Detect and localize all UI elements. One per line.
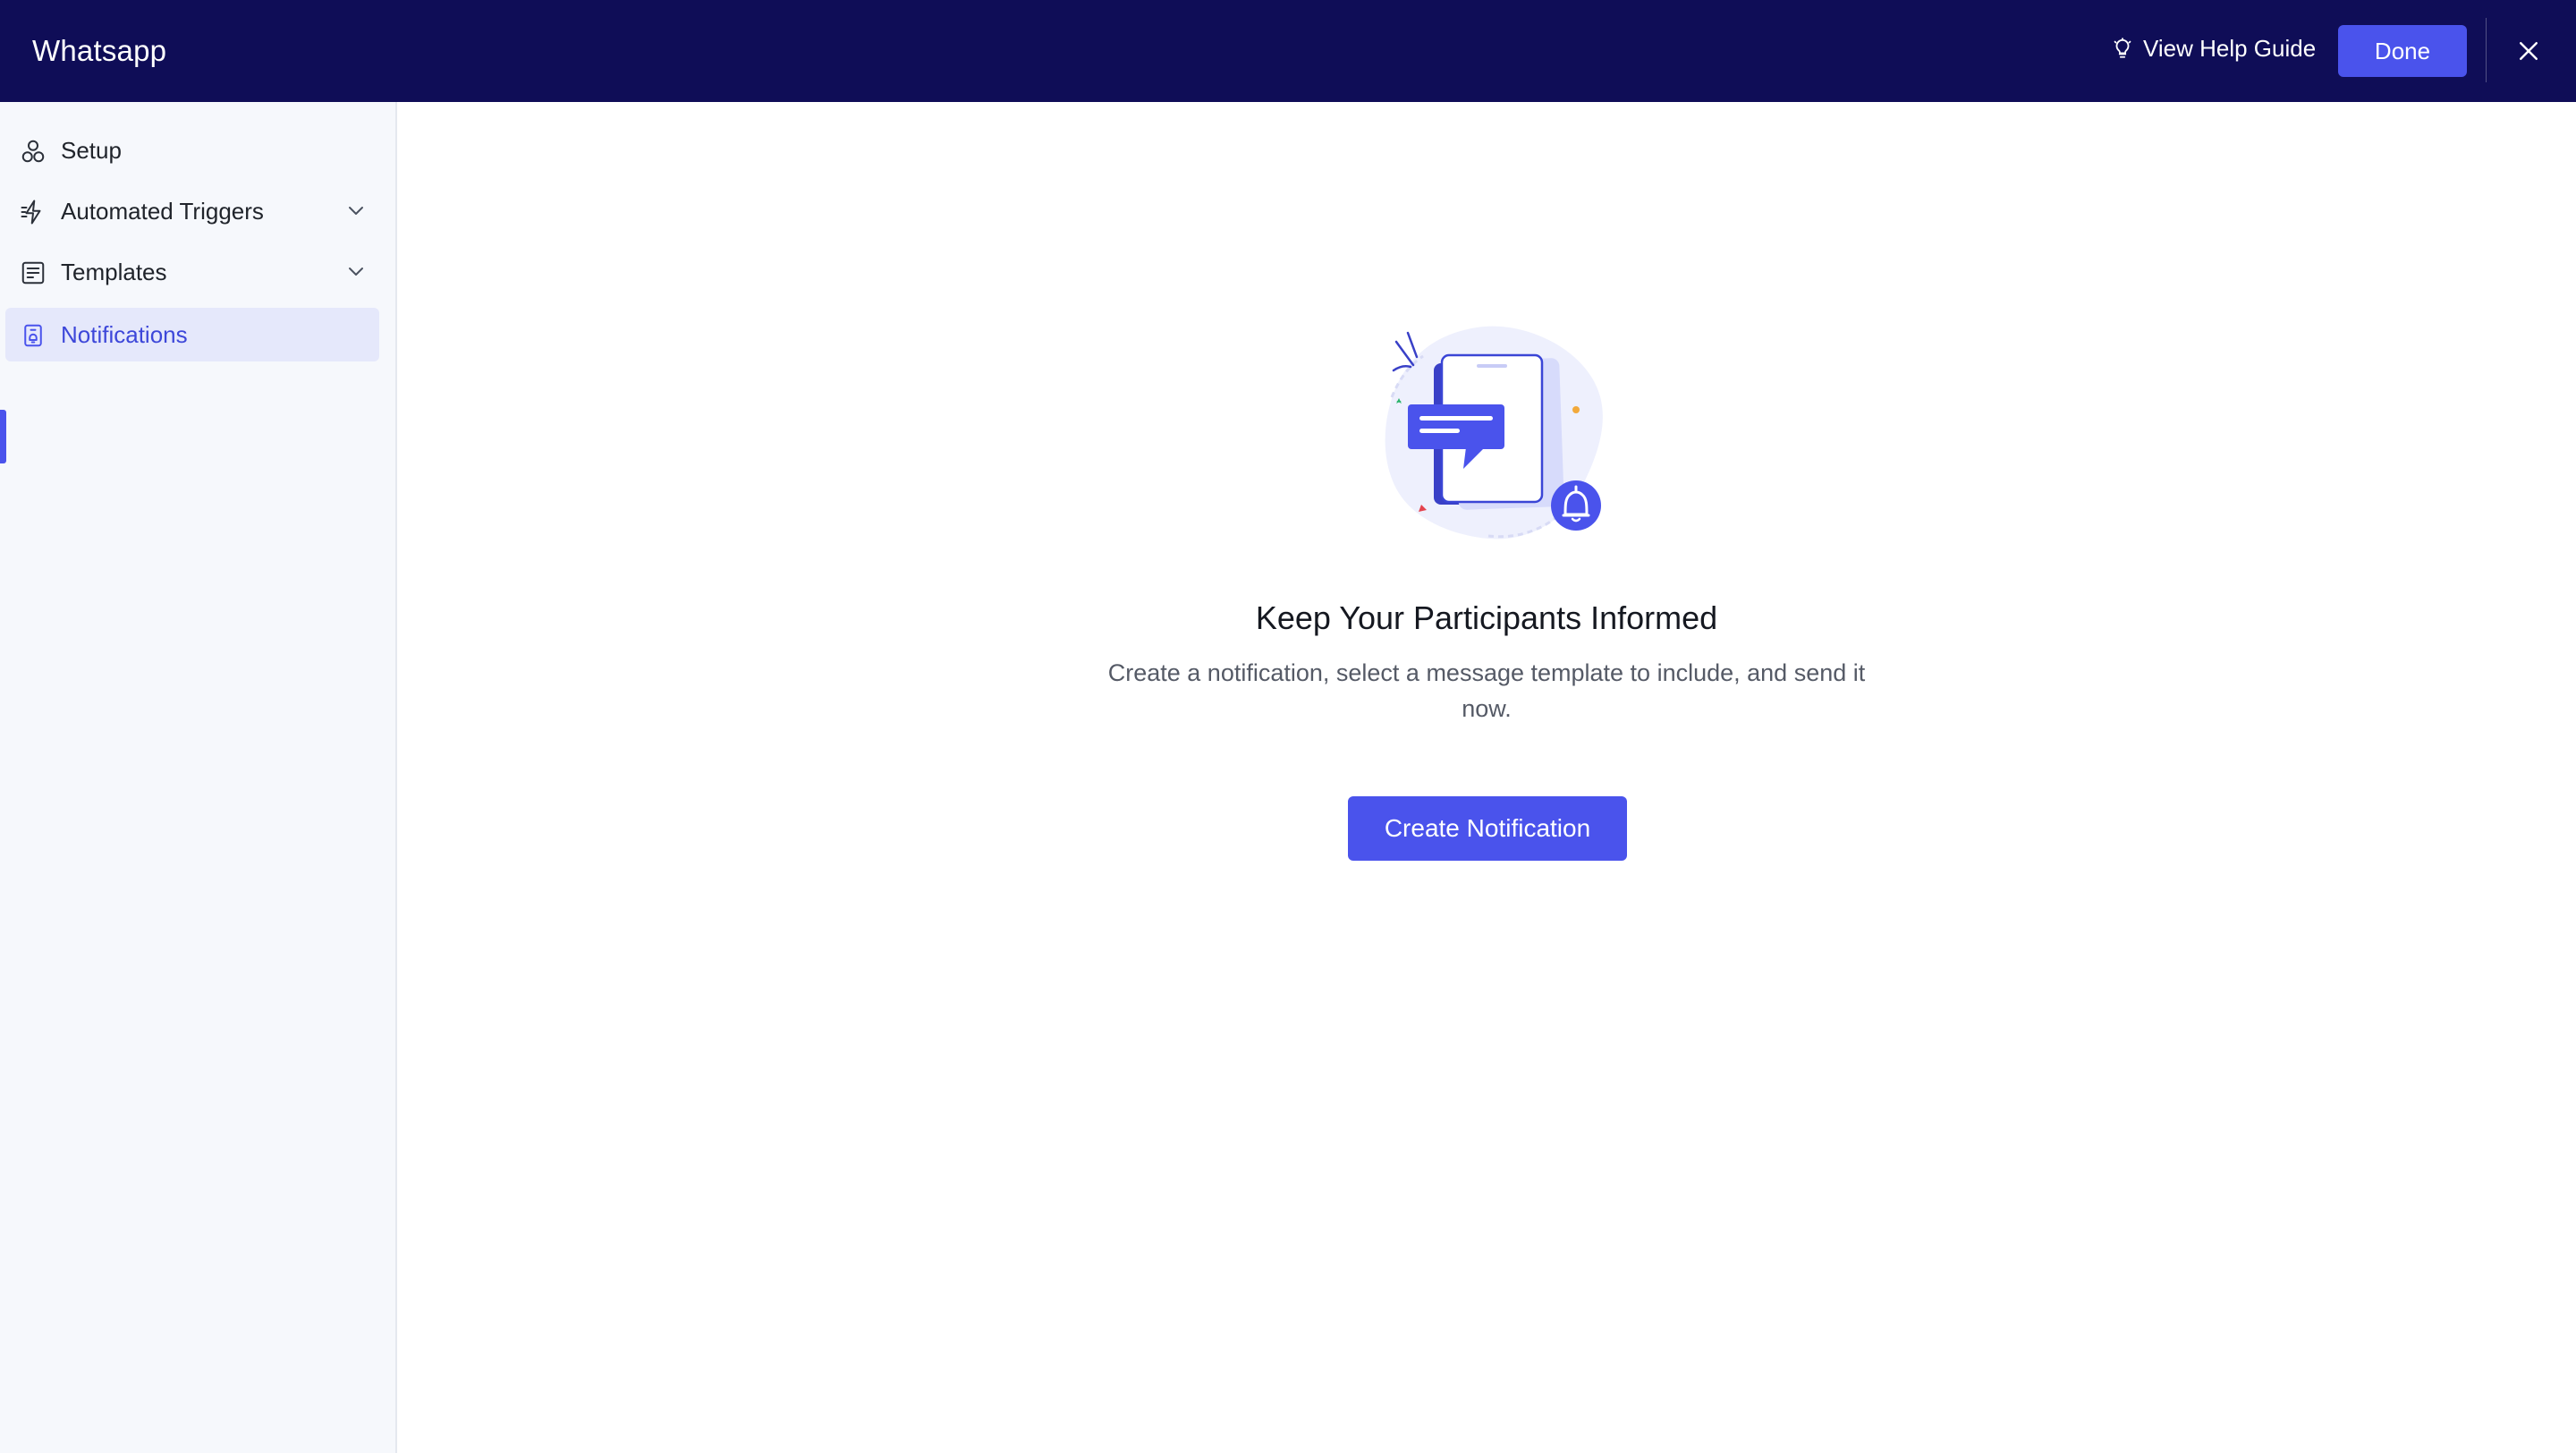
chevron-down-icon[interactable] [345, 200, 367, 221]
close-button[interactable] [2512, 34, 2546, 68]
sidebar-item-label: Setup [61, 137, 122, 164]
sidebar-item-automated-triggers[interactable]: Automated Triggers [5, 184, 379, 238]
chevron-down-icon[interactable] [345, 260, 367, 282]
app-title: Whatsapp [32, 34, 167, 67]
whatsapp-settings-window: Whatsapp View Help Guide Done Setup Auto… [0, 0, 2576, 1453]
sidebar-item-label: Notifications [61, 321, 188, 348]
empty-state-description: Create a notification, select a message … [1107, 659, 1866, 722]
view-help-guide-link[interactable]: View Help Guide [2111, 27, 2316, 70]
lightbulb-icon [2114, 38, 2131, 58]
create-notification-button[interactable]: Create Notification [1348, 796, 1627, 861]
main-content [397, 102, 2576, 1453]
done-button[interactable]: Done [2338, 25, 2467, 77]
notification-illustration [1385, 326, 1603, 540]
triggers-icon [21, 200, 41, 225]
sidebar-item-setup[interactable]: Setup [5, 123, 379, 177]
notifications-icon [24, 324, 42, 347]
sidebar-item-templates[interactable]: Templates [5, 245, 379, 299]
help-guide-label: View Help Guide [2143, 34, 2317, 62]
sidebar: Setup Automated Triggers Templates Notif… [0, 102, 397, 1453]
close-icon [2520, 42, 2538, 60]
header-divider [2486, 18, 2487, 82]
setup-icon [21, 140, 45, 163]
active-item-indicator [0, 410, 6, 463]
templates-icon [21, 261, 45, 285]
sidebar-item-label: Templates [61, 259, 167, 285]
sidebar-item-notifications[interactable]: Notifications [5, 308, 379, 361]
empty-state-title: Keep Your Participants Informed [1255, 599, 1718, 636]
top-header: Whatsapp View Help Guide Done [0, 0, 2576, 102]
sidebar-item-label: Automated Triggers [61, 198, 264, 225]
